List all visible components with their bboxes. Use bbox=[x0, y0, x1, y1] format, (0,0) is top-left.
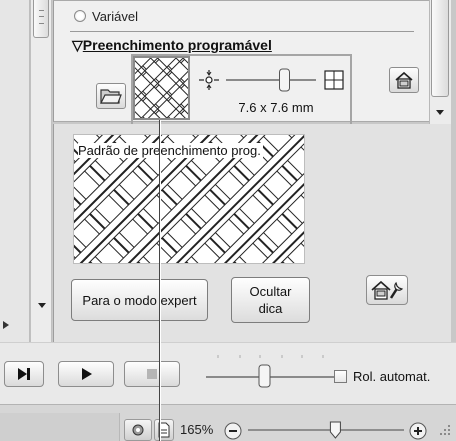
variable-radio-label: Variável bbox=[92, 8, 139, 24]
callout-line bbox=[159, 120, 161, 441]
speed-slider-thumb[interactable] bbox=[258, 364, 271, 388]
variable-option[interactable]: Variável bbox=[74, 7, 138, 25]
shrink-size-icon[interactable] bbox=[199, 70, 219, 90]
expand-arrow-icon[interactable] bbox=[0, 318, 12, 332]
autoscroll-checkbox[interactable] bbox=[334, 369, 347, 383]
open-folder-icon bbox=[100, 89, 122, 104]
stop-button[interactable] bbox=[124, 361, 180, 387]
sewing-view-icon bbox=[132, 424, 144, 436]
right-scrollbar-thumb[interactable] bbox=[431, 0, 449, 97]
pattern-preview: Padrão de preenchimento prog. bbox=[73, 134, 305, 264]
home-pattern-button[interactable] bbox=[389, 67, 419, 93]
hide-hint-button[interactable]: Ocultar dica bbox=[231, 277, 310, 323]
fill-pattern-swatch[interactable] bbox=[133, 56, 190, 120]
play-button[interactable] bbox=[58, 361, 114, 387]
left-scrollbar[interactable] bbox=[30, 0, 52, 342]
home-icon bbox=[395, 71, 413, 89]
expert-mode-button[interactable]: Para o modo expert bbox=[71, 279, 208, 321]
resize-grip-icon[interactable] bbox=[434, 421, 454, 441]
zoom-slider-thumb[interactable] bbox=[329, 421, 341, 439]
section-divider bbox=[70, 31, 414, 32]
zoom-in-icon[interactable] bbox=[408, 421, 428, 441]
zoom-level: 165% bbox=[180, 422, 214, 437]
scroll-down-arrow-icon[interactable] bbox=[434, 108, 446, 118]
playback-toolbar: Rol. automat. bbox=[0, 342, 456, 404]
zoom-out-icon[interactable] bbox=[223, 421, 243, 441]
scroll-down-arrow-icon[interactable] bbox=[35, 298, 49, 312]
play-icon bbox=[82, 368, 92, 380]
pattern-size-slider[interactable] bbox=[198, 65, 348, 95]
status-field bbox=[0, 413, 120, 441]
hint-panel: Padrão de preenchimento prog. Para o mod… bbox=[53, 124, 451, 342]
pattern-size-slider-thumb[interactable] bbox=[279, 68, 290, 92]
view-mode-button[interactable] bbox=[124, 419, 152, 441]
section-title: Preenchimento programável bbox=[82, 37, 272, 53]
autoscroll-option[interactable]: Rol. automat. bbox=[334, 367, 430, 385]
enlarge-size-icon[interactable] bbox=[324, 70, 344, 90]
status-bar: 165% bbox=[0, 404, 456, 441]
open-pattern-button[interactable] bbox=[96, 83, 126, 109]
home-settings-button[interactable] bbox=[366, 275, 408, 305]
right-scrollbar[interactable] bbox=[429, 0, 451, 124]
stop-icon bbox=[147, 369, 157, 379]
zoom-slider[interactable] bbox=[246, 419, 406, 441]
left-strip bbox=[0, 0, 30, 342]
step-forward-button[interactable] bbox=[4, 361, 44, 387]
pattern-size-label: 7.6 x 7.6 mm bbox=[238, 100, 314, 115]
fill-settings-panel: Variável ▽Preenchimento programável 7.6 … bbox=[53, 0, 430, 126]
speed-slider[interactable] bbox=[202, 351, 342, 391]
left-scrollbar-thumb[interactable] bbox=[33, 0, 49, 38]
preview-caption: Padrão de preenchimento prog. bbox=[78, 143, 263, 158]
home-settings-icon bbox=[371, 280, 404, 300]
weave-pattern-thumbnail bbox=[135, 58, 188, 118]
page-view-button[interactable] bbox=[154, 419, 174, 441]
triangle-down-icon: ▽ bbox=[72, 37, 83, 53]
step-forward-icon bbox=[18, 368, 30, 380]
autoscroll-label: Rol. automat. bbox=[353, 368, 431, 384]
section-header-programmable-fill[interactable]: ▽Preenchimento programável bbox=[72, 37, 272, 54]
variable-radio[interactable] bbox=[74, 10, 86, 22]
